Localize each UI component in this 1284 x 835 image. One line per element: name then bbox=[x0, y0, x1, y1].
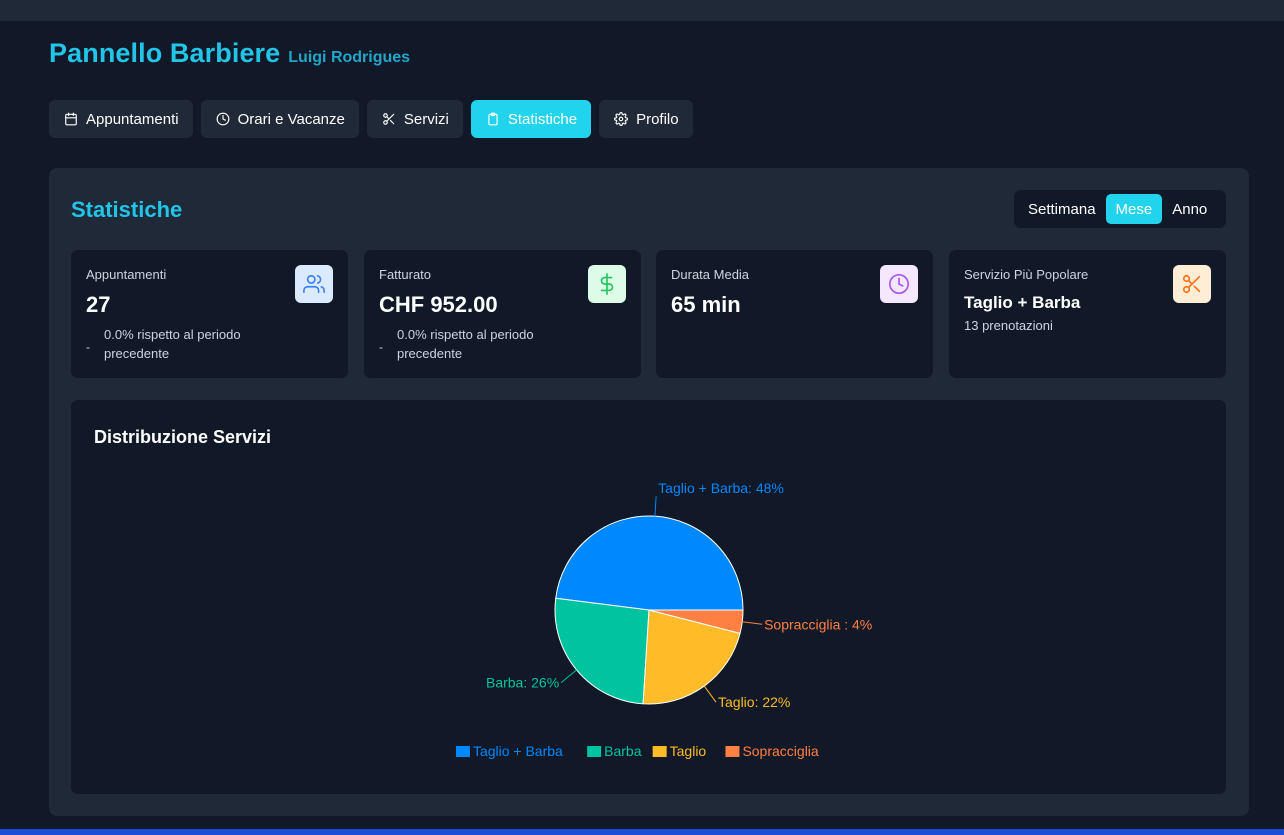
legend-swatch bbox=[725, 746, 740, 757]
stat-card-appointments: Appuntamenti 27 - 0.0% rispetto al perio… bbox=[71, 250, 348, 378]
chart-card: Distribuzione Servizi Taglio + Barba: 48… bbox=[71, 400, 1226, 794]
clock-icon bbox=[216, 112, 230, 126]
calendar-icon bbox=[64, 112, 78, 126]
card-value: CHF 952.00 bbox=[379, 292, 498, 317]
stat-card-avg-duration: Durata Media 65 min bbox=[656, 250, 933, 378]
legend-swatch bbox=[652, 746, 667, 757]
card-value: 27 bbox=[86, 292, 111, 317]
legend-item-taglio[interactable]: Taglio bbox=[670, 743, 707, 759]
period-selector: Settimana Mese Anno bbox=[1014, 190, 1226, 228]
dollar-icon bbox=[588, 265, 626, 303]
stat-card-popular-service: Servizio Più Popolare Taglio + Barba 13 … bbox=[949, 250, 1226, 378]
app-title: Pannello Barbiere bbox=[49, 38, 281, 68]
legend-swatch bbox=[587, 746, 602, 757]
tab-label: Profilo bbox=[636, 110, 679, 128]
top-bar bbox=[0, 0, 1284, 21]
tab-label: Servizi bbox=[403, 110, 449, 128]
period-month-button[interactable]: Mese bbox=[1105, 194, 1163, 224]
clock-icon bbox=[880, 265, 918, 303]
slice-label: Taglio + Barba: 48% bbox=[658, 480, 784, 496]
tab-orari-e-vacanze[interactable]: Orari e Vacanze bbox=[200, 100, 359, 138]
label-leader-line bbox=[742, 621, 763, 625]
card-comparison: 0.0% rispetto al periodo precedente bbox=[397, 327, 534, 361]
slice-label: Taglio: 22% bbox=[718, 694, 790, 710]
chart-legend: Taglio + Barba Barba Taglio Sopracciglia bbox=[455, 743, 819, 759]
card-subtext: 13 prenotazioni bbox=[964, 318, 1053, 333]
tab-label: Orari e Vacanze bbox=[237, 110, 345, 128]
users-icon bbox=[295, 265, 333, 303]
period-week-button[interactable]: Settimana bbox=[1018, 194, 1106, 224]
tab-statistiche[interactable]: Statistiche bbox=[470, 100, 592, 138]
app-header: Pannello Barbiere Luigi Rodrigues bbox=[49, 38, 410, 69]
stats-panel: Statistiche Settimana Mese Anno Appuntam… bbox=[49, 168, 1249, 816]
legend-item-taglio-barba[interactable]: Taglio + Barba bbox=[473, 743, 563, 759]
legend-item-sopracciglia[interactable]: Sopracciglia bbox=[742, 743, 818, 759]
nav-tabs: Appuntamenti Orari e Vacanze Servizi Sta… bbox=[49, 100, 693, 138]
slice-label: Sopracciglia : 4% bbox=[764, 616, 872, 632]
card-value: 65 min bbox=[671, 292, 741, 317]
user-name: Luigi Rodrigues bbox=[288, 49, 411, 66]
card-label: Durata Media bbox=[671, 267, 750, 282]
label-leader-line bbox=[703, 685, 717, 703]
slice-label: Barba: 26% bbox=[486, 675, 559, 691]
trend-indicator: - bbox=[379, 340, 383, 354]
pie-slice-barba[interactable] bbox=[554, 597, 650, 705]
card-value: Taglio + Barba bbox=[964, 293, 1081, 312]
card-label: Fatturato bbox=[379, 267, 432, 282]
legend-swatch bbox=[455, 746, 470, 757]
card-label: Appuntamenti bbox=[86, 267, 167, 282]
scissors-icon bbox=[1173, 265, 1211, 303]
trend-indicator: - bbox=[86, 340, 90, 354]
pie-slice-taglio-barba[interactable] bbox=[555, 515, 744, 611]
pie-chart: Taglio + Barba: 48% Barba: 26% Taglio: 22%… bbox=[455, 480, 872, 759]
period-year-button[interactable]: Anno bbox=[1162, 194, 1217, 224]
card-label: Servizio Più Popolare bbox=[964, 267, 1089, 282]
legend-item-barba[interactable]: Barba bbox=[604, 743, 642, 759]
scissors-icon bbox=[382, 112, 396, 126]
clipboard-icon bbox=[486, 112, 500, 126]
gear-icon bbox=[614, 112, 629, 126]
bottom-bar bbox=[0, 829, 1284, 835]
tab-profilo[interactable]: Profilo bbox=[599, 100, 693, 138]
tab-appuntamenti[interactable]: Appuntamenti bbox=[49, 100, 193, 138]
tab-label: Appuntamenti bbox=[86, 110, 179, 128]
stat-card-revenue: Fatturato CHF 952.00 - 0.0% rispetto al … bbox=[364, 250, 641, 378]
label-leader-line bbox=[560, 669, 577, 684]
card-comparison: 0.0% rispetto al periodo precedente bbox=[104, 327, 241, 361]
tab-servizi[interactable]: Servizi bbox=[366, 100, 463, 138]
label-leader-line bbox=[654, 496, 657, 517]
tab-label: Statistiche bbox=[507, 110, 578, 128]
panel-title: Statistiche bbox=[71, 197, 183, 222]
